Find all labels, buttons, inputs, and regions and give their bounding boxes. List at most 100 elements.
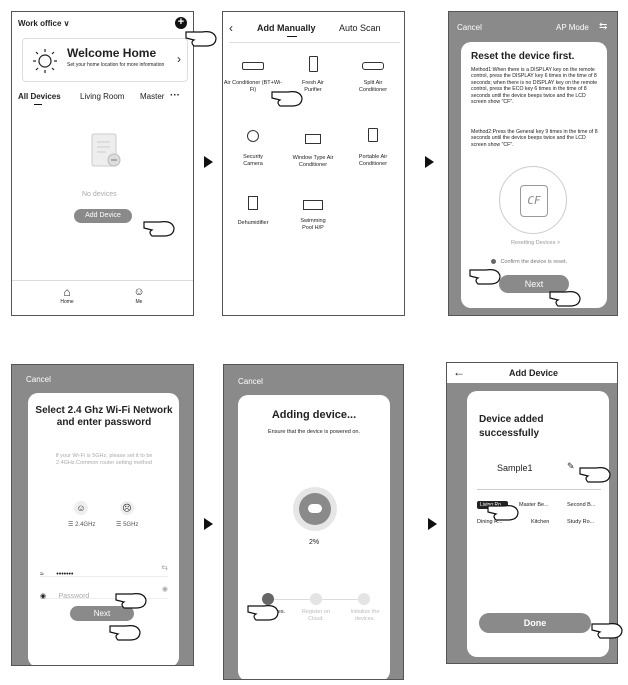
tab-auto-scan[interactable]: Auto Scan xyxy=(339,23,381,33)
name-underline xyxy=(477,489,601,490)
device-type-item[interactable]: Dehumidifier xyxy=(223,196,283,226)
adding-subtitle: Ensure that the device is powered on. xyxy=(267,429,361,435)
window-ac-icon xyxy=(305,134,321,144)
item-label: Window Type Air Conditioner xyxy=(292,155,334,168)
flow-arrow xyxy=(204,156,213,168)
add-device-button[interactable]: Add Device xyxy=(74,209,132,223)
flow-arrow xyxy=(204,518,213,530)
sun-icon xyxy=(33,49,57,73)
empty-document-icon xyxy=(91,133,121,167)
tab-living-room[interactable]: Living Room xyxy=(80,92,124,101)
welcome-subtitle: Set your home location for more informat… xyxy=(67,62,165,68)
flow-arrow xyxy=(428,518,437,530)
wifi-field[interactable]: ≈ ••••••• ⇆ xyxy=(40,563,168,578)
eye-icon[interactable]: ◉ xyxy=(162,585,168,593)
flow-arrow xyxy=(425,156,434,168)
chevron-right-icon: › xyxy=(177,52,181,66)
wifi-small-icon: ☰ xyxy=(116,522,122,528)
screen-home: Work office ∨ + Welcome Home Set your ho… xyxy=(11,11,194,316)
smile-icon: ☺ xyxy=(74,501,88,515)
lcd-display: CF xyxy=(499,166,567,234)
band-2g: ☰ 2.4GHz xyxy=(68,521,95,528)
nav-home[interactable]: ⌂ Home xyxy=(52,285,82,305)
resetting-link[interactable]: Resetting Devices > xyxy=(511,240,560,246)
tab-indicator xyxy=(34,104,42,105)
wifi-note: If your Wi-Fi is 5GHz, please set it to … xyxy=(55,453,153,466)
home-icon: ⌂ xyxy=(63,285,71,299)
device-type-item[interactable]: Window Type Air Conditioner xyxy=(283,134,343,169)
pointing-hand-icon xyxy=(143,221,175,237)
method2-text: Method2:Press the General key 9 times in… xyxy=(471,129,598,148)
bottom-nav: ⌂ Home ☺ Me xyxy=(12,280,193,315)
split-ac-icon xyxy=(362,62,384,70)
password-placeholder: Password xyxy=(58,593,90,600)
room-chip[interactable]: Kitchen xyxy=(531,519,549,525)
screen-wifi: Cancel Select 2.4 Ghz Wi-Fi Network and … xyxy=(11,364,194,666)
air-conditioner-icon xyxy=(242,62,264,70)
pointing-hand-icon xyxy=(115,593,147,609)
ap-mode-link[interactable]: AP Mode xyxy=(556,23,589,32)
user-icon: ☺ xyxy=(133,286,145,298)
welcome-title: Welcome Home xyxy=(67,46,157,60)
wifi-small-icon: ☰ xyxy=(68,522,74,528)
pointing-hand-icon xyxy=(469,269,501,285)
device-name: Sample1 xyxy=(497,463,533,473)
pointing-hand-icon xyxy=(579,467,611,483)
tab-indicator xyxy=(287,36,297,37)
tab-master[interactable]: Master xyxy=(140,92,164,101)
cancel-link[interactable]: Cancel xyxy=(26,375,51,384)
room-chip[interactable]: Study Ro... xyxy=(567,519,594,525)
item-label: Security Camera xyxy=(243,154,263,167)
home-selector[interactable]: Work office ∨ xyxy=(18,19,70,28)
more-icon[interactable]: ··· xyxy=(170,90,180,101)
swap-icon[interactable]: ⇆ xyxy=(161,563,168,572)
screen-adding: Cancel Adding device... Ensure that the … xyxy=(223,364,404,680)
lcd-screen: CF xyxy=(520,185,548,217)
adding-card: Adding device... Ensure that the device … xyxy=(238,395,390,679)
pointing-hand-icon xyxy=(549,291,581,307)
cancel-link[interactable]: Cancel xyxy=(238,377,263,386)
screen-add-manually: ‹ Add Manually Auto Scan Air Conditioner… xyxy=(222,11,405,316)
dehumidifier-icon xyxy=(248,196,258,210)
tab-all-devices[interactable]: All Devices xyxy=(18,92,61,101)
band-5g-label: 5GHz xyxy=(123,522,139,528)
nav-me[interactable]: ☺ Me xyxy=(124,285,154,305)
device-type-item[interactable]: Security Camera xyxy=(223,130,283,168)
progress-ring xyxy=(293,487,337,531)
camera-icon xyxy=(247,130,259,142)
step-register-label: Register on Cloud. xyxy=(301,609,331,622)
welcome-card[interactable]: Welcome Home Set your home location for … xyxy=(22,38,188,82)
swap-icon[interactable]: ⇆ xyxy=(599,21,607,32)
added-heading: Device added successfully xyxy=(479,414,544,439)
confirm-label: Confirm the device is reset. xyxy=(500,258,568,265)
wifi-value: ••••••• xyxy=(56,571,74,578)
device-type-item[interactable]: Split Air Conditioner xyxy=(343,62,403,94)
confirm-checkbox[interactable]: Confirm the device is reset. xyxy=(491,253,567,271)
progress-percent: 2% xyxy=(308,539,320,546)
password-field[interactable]: ◉ Password ◉ xyxy=(40,585,168,600)
pointing-hand-icon xyxy=(591,623,623,639)
portable-ac-icon xyxy=(368,128,378,142)
room-chip[interactable]: Master Be... xyxy=(519,502,549,508)
reset-title: Reset the device first. xyxy=(471,51,575,62)
wifi-card: Select 2.4 Ghz Wi-Fi Network and enter p… xyxy=(28,393,179,665)
device-type-item[interactable]: Portable Air Conditioner xyxy=(343,128,403,168)
device-type-item[interactable]: Swimming Pool H/P xyxy=(283,200,343,232)
item-label: Dehumidifier xyxy=(237,220,269,226)
step-register-icon xyxy=(310,593,322,605)
home-name: Work office xyxy=(18,19,62,28)
tab-add-manually[interactable]: Add Manually xyxy=(257,23,316,33)
progress-inner xyxy=(299,493,331,525)
back-arrow-icon[interactable]: ← xyxy=(453,365,465,379)
band-2g-label: 2.4GHz xyxy=(75,522,96,528)
pointing-hand-icon xyxy=(487,505,519,521)
nav-me-label: Me xyxy=(135,299,143,305)
done-button[interactable]: Done xyxy=(479,613,591,633)
room-chip[interactable]: Second B... xyxy=(567,502,595,508)
item-label: Portable Air Conditioner xyxy=(358,154,388,167)
empty-text: No devices xyxy=(82,191,117,198)
edit-pencil-icon[interactable]: ✎ xyxy=(567,461,575,472)
step-initialize-label: Initialize the devices. xyxy=(350,609,380,622)
cancel-link[interactable]: Cancel xyxy=(457,23,482,32)
back-icon[interactable]: ‹ xyxy=(229,21,233,35)
